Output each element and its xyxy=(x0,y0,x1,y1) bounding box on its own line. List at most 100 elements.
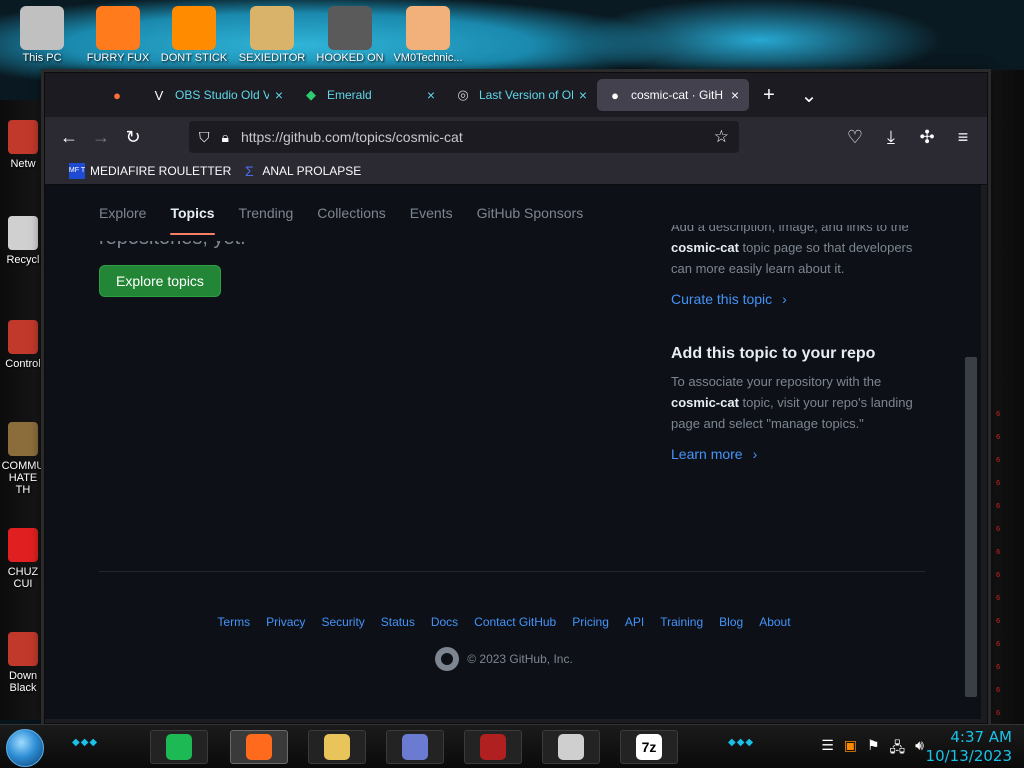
bookmark-mediafire[interactable]: MF T MEDIAFIRE ROULETTER xyxy=(69,162,231,179)
footer-link-docs[interactable]: Docs xyxy=(431,615,458,629)
hooked-on-icon xyxy=(328,6,372,50)
list-all-tabs-button[interactable]: ⌄ xyxy=(789,83,829,108)
menu-icon[interactable]: ≡ xyxy=(947,121,979,153)
shield-icon[interactable]: ⛉ xyxy=(199,129,210,146)
marker: 6 xyxy=(996,433,1001,441)
taskbar-spotify[interactable] xyxy=(150,730,208,764)
page-scrollbar[interactable] xyxy=(963,185,981,719)
desktop-icon-netw[interactable]: Netw xyxy=(0,120,46,170)
desktop-icon-commu-hate-th[interactable]: COMMU HATE TH xyxy=(0,422,46,496)
desktop-icon-chuz-cui[interactable]: CHUZ CUI xyxy=(0,528,46,590)
wallpaper-left-strip xyxy=(0,100,44,720)
tab-2[interactable]: ◆ Emerald × xyxy=(293,79,445,111)
curate-topic-link[interactable]: Curate this topic › xyxy=(671,291,933,307)
subnav-trending[interactable]: Trending xyxy=(239,205,294,221)
7zip-icon: 7z xyxy=(636,734,662,760)
tab-pinned[interactable]: ● xyxy=(101,79,141,111)
footer-link-blog[interactable]: Blog xyxy=(719,615,743,629)
volume-icon[interactable]: 🔊︎ xyxy=(915,737,924,761)
github-logo-icon[interactable] xyxy=(435,647,460,671)
footer-link-api[interactable]: API xyxy=(625,615,644,629)
close-tab-icon[interactable]: × xyxy=(427,87,435,103)
bookmark-second[interactable]: Σ ANAL PROLAPSE xyxy=(241,163,361,179)
taskbar-7zip[interactable]: 7z xyxy=(620,730,678,764)
right-markers: 666666666666666 xyxy=(996,410,1006,755)
reload-button[interactable]: ↻ xyxy=(117,121,149,153)
desktop-icon-label: COMMU HATE TH xyxy=(1,460,45,496)
subnav-topics[interactable]: Topics xyxy=(170,205,215,235)
network-icon[interactable]: 🖧︎ xyxy=(890,737,906,761)
flag-icon[interactable]: ⚑ xyxy=(867,737,880,761)
explore-topics-button[interactable]: Explore topics xyxy=(99,265,221,297)
desktop-icon-hooked-on[interactable]: HOOKED ON xyxy=(314,6,386,64)
footer-link-security[interactable]: Security xyxy=(321,615,364,629)
taskbar-camera[interactable] xyxy=(464,730,522,764)
footer-link-status[interactable]: Status xyxy=(381,615,415,629)
taskbar-file-explorer[interactable] xyxy=(308,730,366,764)
marker: 6 xyxy=(996,479,1001,487)
forward-button[interactable]: → xyxy=(85,121,117,153)
clock[interactable]: 4:37 AM 10/13/2023 xyxy=(926,728,1012,766)
desktop-icon-this-pc[interactable]: This PC xyxy=(6,6,78,64)
show-hidden-icons[interactable]: ☰ xyxy=(821,737,834,761)
marker: 6 xyxy=(996,456,1001,464)
desktop-icon-vm0technic[interactable]: VM0Technic... xyxy=(392,6,464,64)
taskbar-control-panel[interactable] xyxy=(386,730,444,764)
desktop-icon-dont-stick[interactable]: DONT STICK xyxy=(158,6,230,64)
desktop-icon-sexieditor[interactable]: SEXIEDITOR xyxy=(236,6,308,64)
clock-time: 4:37 AM xyxy=(950,728,1012,746)
new-tab-button[interactable]: + xyxy=(749,84,789,107)
sigma-icon: Σ xyxy=(245,162,254,179)
close-tab-icon[interactable]: × xyxy=(275,87,283,103)
bookmark-label: ANAL PROLAPSE xyxy=(262,163,362,178)
footer-link-privacy[interactable]: Privacy xyxy=(266,615,305,629)
bookmark-star-icon[interactable]: ☆ xyxy=(714,127,729,147)
taskbar-obs[interactable] xyxy=(542,730,600,764)
desktop-icon-label: VM0Technic... xyxy=(393,52,463,64)
desktop-icon-furry-fux[interactable]: FURRY FUX xyxy=(82,6,154,64)
subnav-collections[interactable]: Collections xyxy=(317,205,385,221)
start-button[interactable] xyxy=(6,729,44,767)
footer-link-contact-github[interactable]: Contact GitHub xyxy=(474,615,556,629)
subnav-github-sponsors[interactable]: GitHub Sponsors xyxy=(477,205,584,221)
extensions-icon[interactable]: ✣ xyxy=(911,121,943,153)
marker: 6 xyxy=(996,410,1001,418)
tab-4[interactable]: ● cosmic-cat · GitH × xyxy=(597,79,749,111)
address-bar[interactable]: ⛉ 🔒︎ https://github.com/topics/cosmic-ca… xyxy=(189,121,739,153)
subnav-events[interactable]: Events xyxy=(410,205,453,221)
netw-icon xyxy=(8,120,38,154)
desktop-icon-label: Netw xyxy=(10,158,36,170)
url-text[interactable]: https://github.com/topics/cosmic-cat xyxy=(241,129,714,145)
downloads-icon[interactable]: ⤓ xyxy=(875,121,907,153)
down-black-icon xyxy=(8,632,38,666)
tab-3[interactable]: ◎ Last Version of OB × xyxy=(445,79,597,111)
furry-fux-icon xyxy=(96,6,140,50)
wallpaper-right-strip: 666666666666666 xyxy=(988,70,1024,740)
desktop-icon-control[interactable]: Control xyxy=(0,320,46,370)
marker: 6 xyxy=(996,663,1001,671)
tab-label: Emerald xyxy=(327,88,372,102)
footer-link-training[interactable]: Training xyxy=(660,615,703,629)
copyright-text: © 2023 GitHub, Inc. xyxy=(467,652,573,666)
mediafire-icon: MF T xyxy=(69,162,85,179)
footer-links: Terms Privacy Security Status Docs Contact Gi… xyxy=(45,615,963,629)
tray-app-icon[interactable]: ▣ xyxy=(844,737,857,761)
learn-more-link[interactable]: Learn more › xyxy=(671,446,933,462)
back-button[interactable]: ← xyxy=(53,121,85,153)
desktop-icon-down-black[interactable]: Down Black xyxy=(0,632,46,694)
footer-divider xyxy=(99,571,925,572)
camera-icon xyxy=(480,734,506,760)
close-tab-icon[interactable]: × xyxy=(731,87,739,103)
taskbar-firefox[interactable] xyxy=(230,730,288,764)
pocket-icon[interactable]: ♡ xyxy=(839,121,871,153)
close-tab-icon[interactable]: × xyxy=(579,87,587,103)
footer-link-pricing[interactable]: Pricing xyxy=(572,615,609,629)
tab-1[interactable]: V OBS Studio Old V × xyxy=(141,79,293,111)
sexieditor-icon xyxy=(250,6,294,50)
footer-link-terms[interactable]: Terms xyxy=(217,615,250,629)
scrollbar-thumb[interactable] xyxy=(965,357,977,697)
subnav-explore[interactable]: Explore xyxy=(99,205,146,221)
desktop-icon-recycl[interactable]: Recycl xyxy=(0,216,46,266)
footer-link-about[interactable]: About xyxy=(759,615,790,629)
lock-icon[interactable]: 🔒︎ xyxy=(222,129,229,146)
